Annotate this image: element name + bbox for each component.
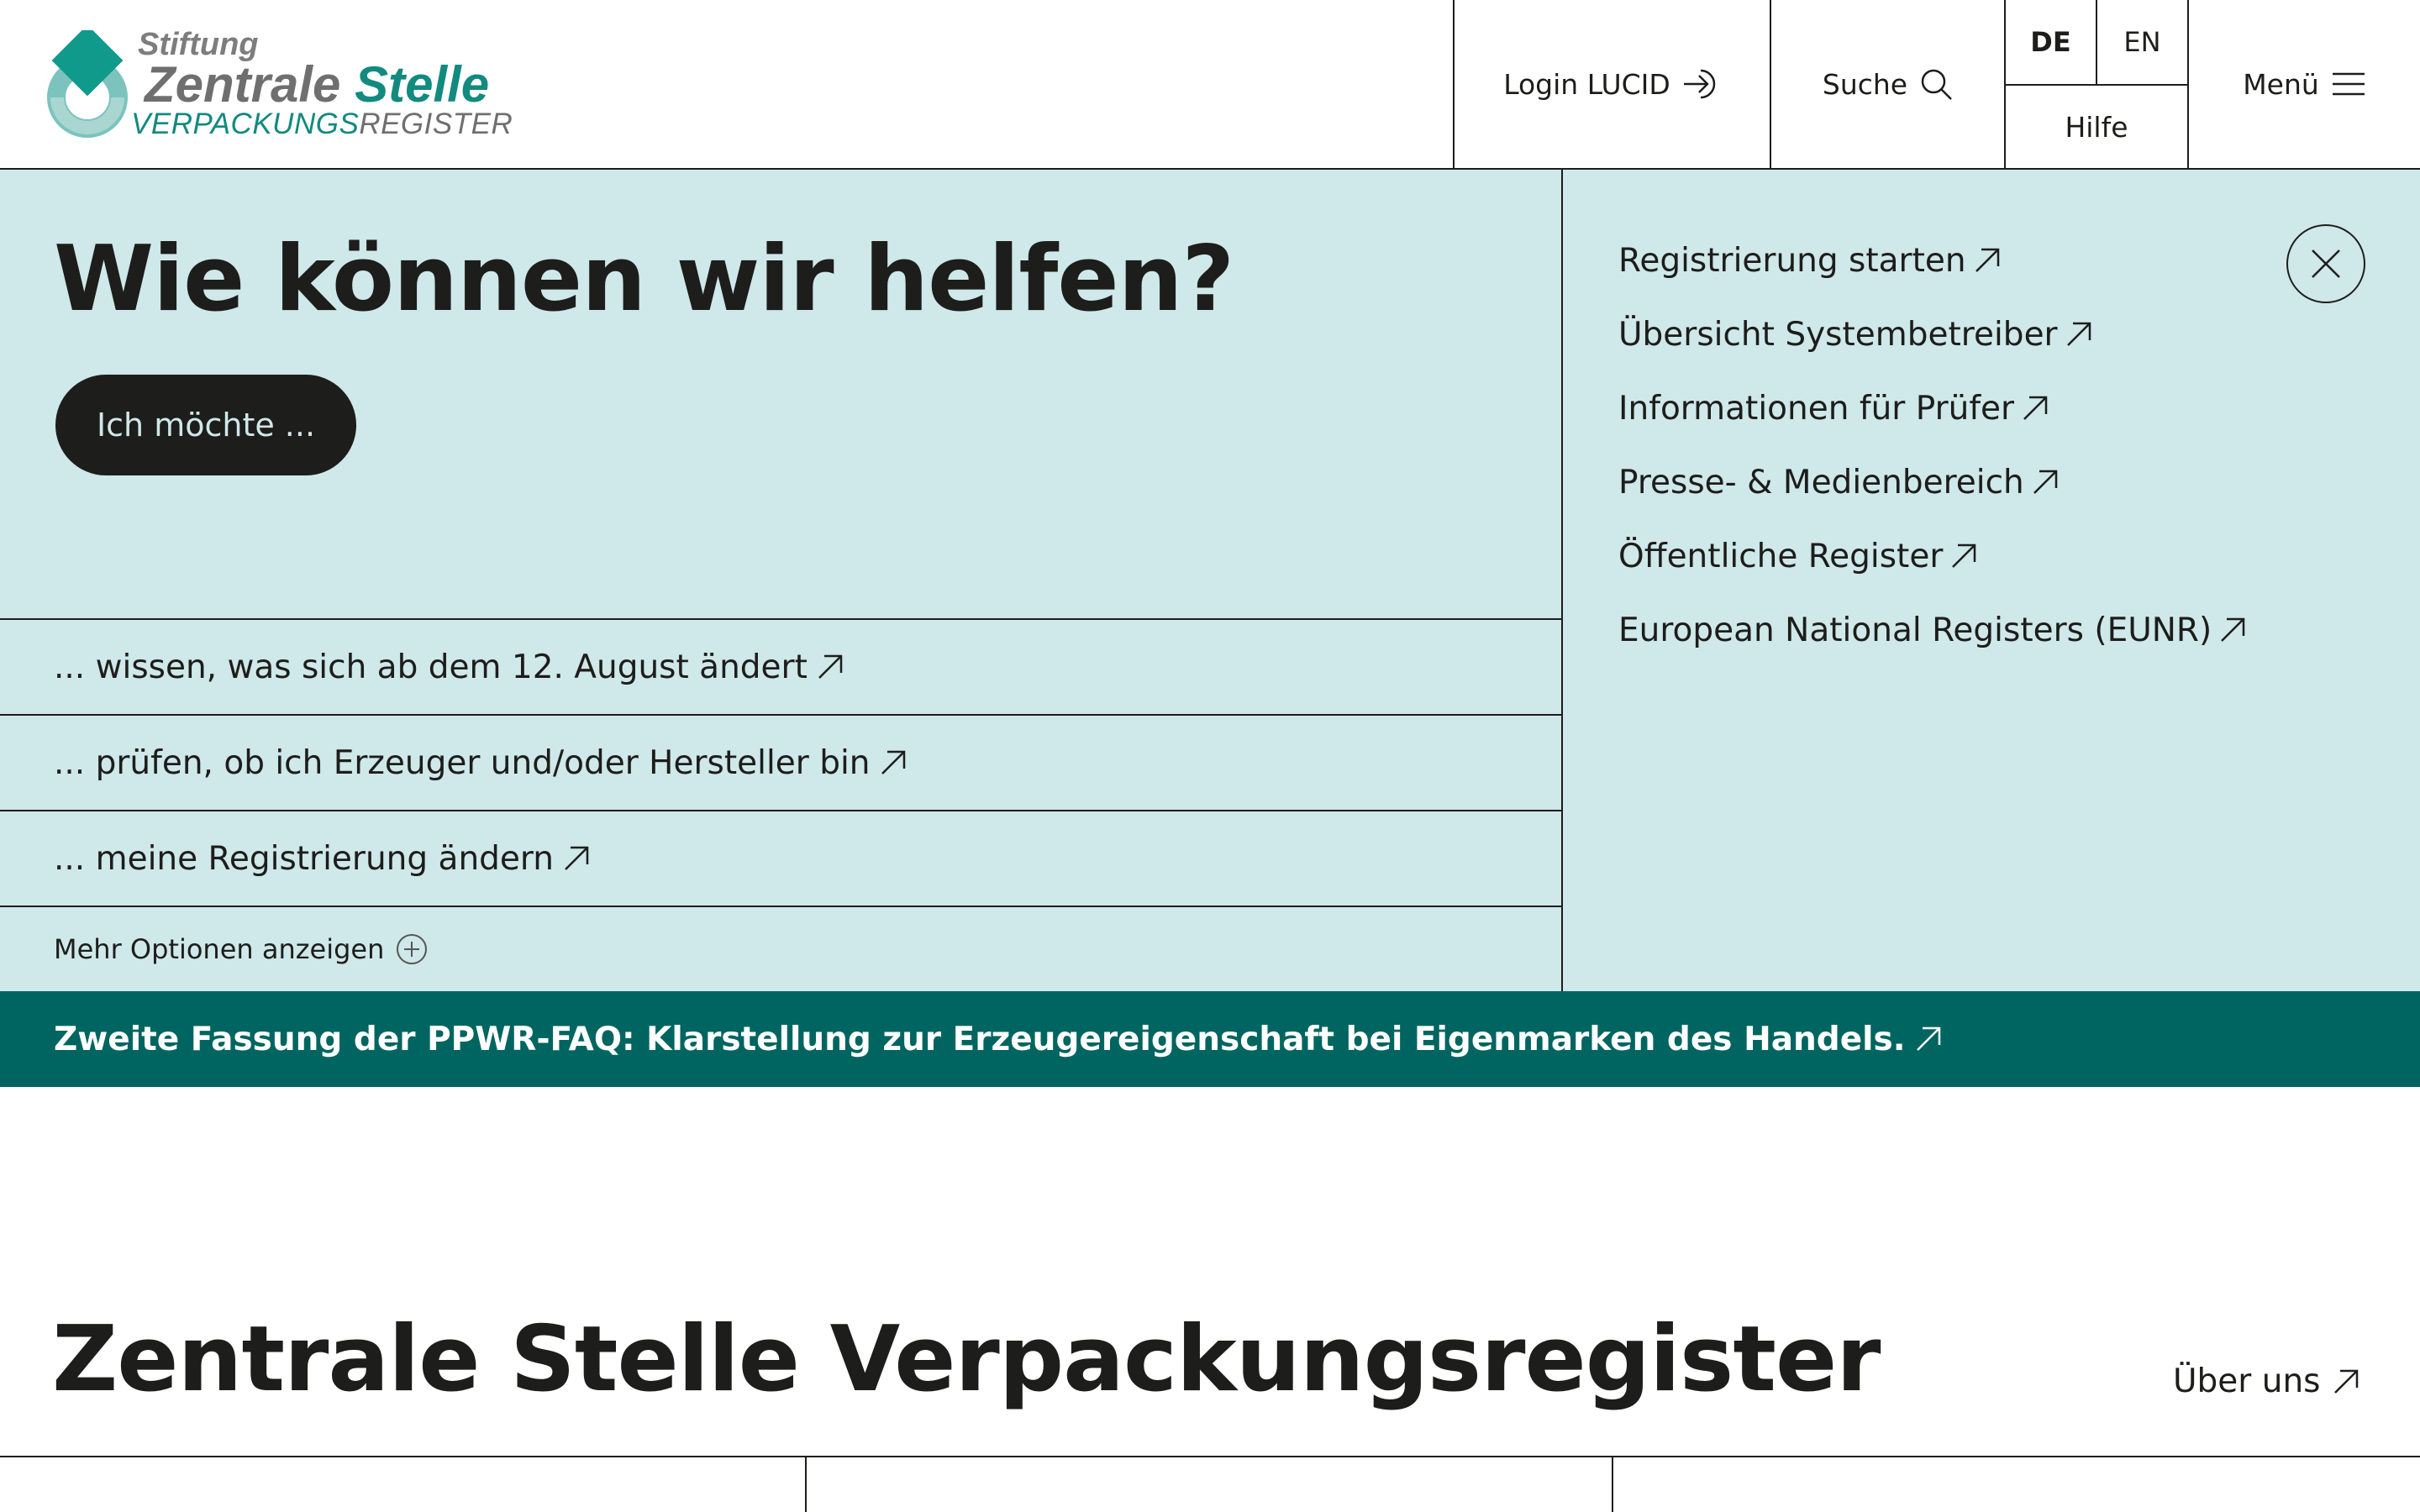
search-label: Suche xyxy=(1822,67,1908,101)
search-icon xyxy=(1919,67,1953,101)
intent-option-august-changes[interactable]: ... wissen, was sich ab dem 12. August ä… xyxy=(0,618,1561,714)
quick-link-label: Registrierung starten xyxy=(1618,241,1966,280)
ich-moechte-button[interactable]: Ich möchte ... xyxy=(55,375,356,475)
more-options-label: Mehr Optionen anzeigen xyxy=(54,933,385,965)
intent-option-label: ... prüfen, ob ich Erzeuger und/oder Her… xyxy=(54,743,871,782)
arrow-up-right-icon xyxy=(879,748,908,777)
quick-link-label: Informationen für Prüfer xyxy=(1618,389,2015,428)
intent-option-check-producer[interactable]: ... prüfen, ob ich Erzeuger und/oder Her… xyxy=(0,714,1561,810)
hero-title: Wie können wir helfen? xyxy=(54,227,1234,332)
arrow-up-right-icon xyxy=(562,844,591,873)
teaser-card[interactable] xyxy=(0,1457,807,1512)
menu-button[interactable]: Menü xyxy=(2187,0,2420,168)
arrow-up-right-icon xyxy=(1973,246,2002,275)
teaser-card[interactable] xyxy=(1613,1457,2420,1512)
logo-name-text: Zentrale Stelle xyxy=(145,55,489,113)
arrow-up-right-icon xyxy=(2021,394,2049,423)
help-button[interactable]: Hilfe xyxy=(2006,86,2187,168)
logo-mark-icon xyxy=(44,24,136,139)
intent-option-label: ... meine Registrierung ändern xyxy=(54,839,554,878)
language-help-block: DE EN Hilfe xyxy=(2004,0,2187,168)
quick-link-presse[interactable]: Presse- & Medienbereich xyxy=(1618,445,2247,519)
help-hero-quicklinks: Registrierung starten Übersicht Systembe… xyxy=(1565,170,2420,991)
logo-name-part1: Zentrale xyxy=(145,56,341,113)
login-arrow-icon xyxy=(1682,67,1721,101)
quick-link-label: European National Registers (EUNR) xyxy=(1618,611,2212,649)
logo-name-part2: Stelle xyxy=(355,56,490,113)
help-hero-main: Wie können wir helfen? Ich möchte ... ..… xyxy=(0,170,1563,991)
news-banner-text: Zweite Fassung der PPWR-FAQ: Klarstellun… xyxy=(54,1020,1906,1058)
quick-link-label: Öffentliche Register xyxy=(1618,537,1944,575)
arrow-up-right-icon xyxy=(2218,616,2247,644)
intent-options-list: ... wissen, was sich ab dem 12. August ä… xyxy=(0,618,1561,991)
search-button[interactable]: Suche xyxy=(1770,0,2004,168)
quick-link-registrierung-starten[interactable]: Registrierung starten xyxy=(1618,223,2247,297)
language-en-button[interactable]: EN xyxy=(2097,0,2187,84)
intent-option-label: ... wissen, was sich ab dem 12. August ä… xyxy=(54,648,808,686)
site-header: Stiftung Zentrale Stelle VERPACKUNGSREGI… xyxy=(0,0,2420,170)
quick-link-pruefer[interactable]: Informationen für Prüfer xyxy=(1618,371,2247,445)
quick-link-oeffentliche-register[interactable]: Öffentliche Register xyxy=(1618,519,2247,593)
logo-sub-part2: REGISTER xyxy=(359,108,513,140)
arrow-up-right-icon xyxy=(1914,1025,1943,1053)
about-us-link[interactable]: Über uns xyxy=(2173,1362,2360,1400)
close-icon xyxy=(2309,247,2343,281)
more-options-button[interactable]: Mehr Optionen anzeigen xyxy=(0,906,1561,991)
news-banner[interactable]: Zweite Fassung der PPWR-FAQ: Klarstellun… xyxy=(0,991,2420,1087)
close-help-button[interactable] xyxy=(2286,224,2365,303)
help-hero: Wie können wir helfen? Ich möchte ... ..… xyxy=(0,170,2420,991)
quick-link-eunr[interactable]: European National Registers (EUNR) xyxy=(1618,593,2247,667)
section-title: Zentrale Stelle Verpackungsregister xyxy=(52,1307,1881,1412)
teaser-cards-row xyxy=(0,1456,2420,1512)
quick-link-label: Presse- & Medienbereich xyxy=(1618,463,2024,501)
arrow-up-right-icon xyxy=(2065,320,2093,349)
about-us-label: Über uns xyxy=(2173,1362,2321,1400)
arrow-up-right-icon xyxy=(816,653,844,681)
logo-subtitle-text: VERPACKUNGSREGISTER xyxy=(131,108,513,141)
intent-option-change-registration[interactable]: ... meine Registrierung ändern xyxy=(0,810,1561,906)
quick-links-list: Registrierung starten Übersicht Systembe… xyxy=(1618,223,2247,667)
plus-circle-icon xyxy=(396,933,428,965)
quick-link-label: Übersicht Systembetreiber xyxy=(1618,315,2058,354)
login-lucid-label: Login LUCID xyxy=(1503,67,1670,101)
arrow-up-right-icon xyxy=(2031,468,2060,496)
arrow-up-right-icon xyxy=(1949,542,1978,570)
arrow-up-right-icon xyxy=(2332,1368,2360,1396)
language-switch: DE EN xyxy=(2006,0,2187,86)
teaser-card[interactable] xyxy=(807,1457,1613,1512)
language-de-button[interactable]: DE xyxy=(2006,0,2097,84)
logo-sub-part1: VERPACKUNGS xyxy=(131,108,360,140)
site-logo[interactable]: Stiftung Zentrale Stelle VERPACKUNGSREGI… xyxy=(44,24,514,143)
login-lucid-button[interactable]: Login LUCID xyxy=(1453,0,1770,168)
quick-link-systembetreiber[interactable]: Übersicht Systembetreiber xyxy=(1618,297,2247,371)
hamburger-icon xyxy=(2331,71,2366,97)
menu-label: Menü xyxy=(2243,67,2319,101)
